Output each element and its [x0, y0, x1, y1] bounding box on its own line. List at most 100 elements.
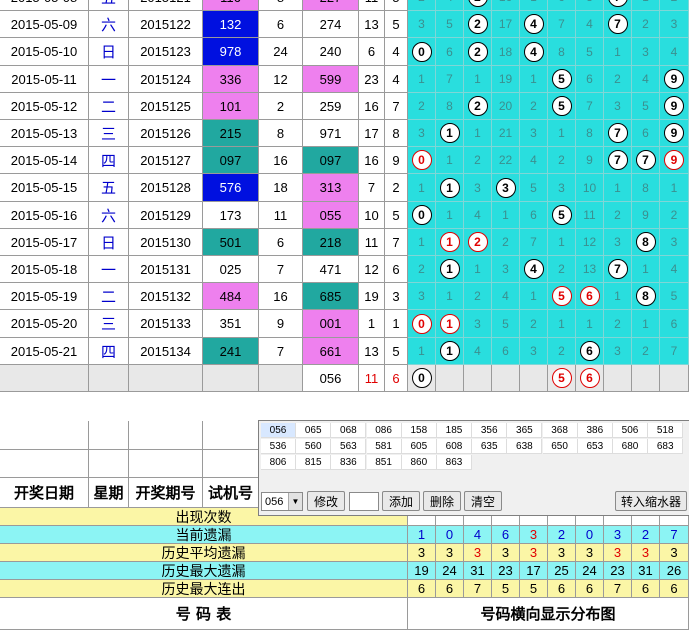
number-list-item[interactable]: 605: [401, 439, 437, 454]
distribution-cell: 2: [408, 256, 436, 283]
number-list-item[interactable]: 158: [401, 423, 437, 438]
number-list-item[interactable]: 563: [331, 439, 367, 454]
trial-number: 025: [203, 256, 259, 283]
tail-value: 2: [385, 174, 408, 202]
number-list-item[interactable]: 356: [472, 423, 508, 438]
predict-cell: [660, 365, 689, 392]
number-ball: 5: [551, 368, 572, 388]
stats-value: 7: [464, 580, 492, 598]
number-list-item[interactable]: 365: [507, 423, 543, 438]
number-list-item[interactable]: 863: [437, 455, 472, 470]
number-list-item[interactable]: 635: [472, 439, 508, 454]
distribution-cell: 21: [492, 120, 520, 147]
distribution-cell: 4: [436, 0, 464, 11]
distribution-cell: 1: [436, 338, 464, 365]
number-list-item[interactable]: 386: [577, 423, 613, 438]
distribution-cell: 1: [632, 310, 660, 338]
distribution-cell: 5: [548, 66, 576, 93]
weekday: 一: [89, 256, 129, 283]
number-list-item[interactable]: 680: [613, 439, 648, 454]
stats-value: 19: [408, 562, 436, 580]
stats-value: 0: [576, 526, 604, 544]
number-list-item[interactable]: 860: [401, 455, 437, 470]
distribution-cell: 2: [604, 202, 632, 229]
distribution-cell: 9: [660, 93, 689, 120]
distribution-cell: 1: [408, 229, 436, 256]
predict-draw: 056: [303, 365, 359, 392]
distribution-cell: 3: [604, 229, 632, 256]
predict-cell: [604, 365, 632, 392]
distribution-cell: 0: [408, 202, 436, 229]
transfer-to-filter-button[interactable]: 转入缩水器: [615, 491, 687, 511]
stats-value: 3: [604, 526, 632, 544]
number-list-item[interactable]: 368: [542, 423, 578, 438]
stats-value: 31: [632, 562, 660, 580]
number-list-item[interactable]: 815: [296, 455, 332, 470]
sum-value: 16: [359, 147, 385, 174]
number-input[interactable]: [349, 492, 379, 511]
number-list-item[interactable]: 683: [648, 439, 684, 454]
distribution-cell: 5: [548, 283, 576, 310]
tail-value: 4: [385, 66, 408, 93]
delete-button[interactable]: 删除: [423, 491, 461, 511]
number-ball: 9: [664, 96, 684, 116]
number-list-item[interactable]: 638: [507, 439, 543, 454]
number-list-item[interactable]: 608: [437, 439, 472, 454]
trial-number: 101: [203, 93, 259, 120]
number-ball: 4: [523, 259, 544, 279]
number-select-value: 056: [265, 495, 284, 508]
weekday: 三: [89, 310, 129, 338]
number-list-item[interactable]: 068: [331, 423, 367, 438]
distribution-cell: 3: [660, 229, 689, 256]
draw-number: 971: [303, 120, 359, 147]
number-list-item[interactable]: 653: [577, 439, 613, 454]
stats-value: 25: [548, 562, 576, 580]
number-list-item[interactable]: 536: [261, 439, 296, 454]
sum-value: 23: [359, 66, 385, 93]
distribution-cell: 3: [520, 338, 548, 365]
number-list-item[interactable]: 185: [437, 423, 472, 438]
distribution-cell: 4: [520, 38, 548, 66]
number-ball: 0: [411, 150, 432, 170]
number-list-item[interactable]: 056: [261, 423, 296, 438]
number-list-item[interactable]: 560: [296, 439, 332, 454]
number-list-item[interactable]: 086: [366, 423, 402, 438]
predict-cell: 5: [548, 365, 576, 392]
predict-cell: [464, 365, 492, 392]
number-list-item[interactable]: 065: [296, 423, 332, 438]
number-select[interactable]: 056 ▼: [261, 492, 303, 511]
distribution-cell: 6: [436, 38, 464, 66]
clear-button[interactable]: 清空: [464, 491, 502, 511]
blank-cell: [129, 421, 203, 450]
trial-number: 215: [203, 120, 259, 147]
distribution-cell: 1: [520, 283, 548, 310]
distribution-cell: 3: [520, 120, 548, 147]
modify-button[interactable]: 修改: [307, 491, 345, 511]
issue-number: 2015132: [129, 283, 203, 310]
distribution-cell: 4: [492, 283, 520, 310]
draw-date: 2015-05-20: [0, 310, 89, 338]
add-button[interactable]: 添加: [382, 491, 420, 511]
distribution-cell: 16: [492, 0, 520, 11]
number-ball: 2: [467, 41, 488, 62]
distribution-cell: 5: [660, 283, 689, 310]
distribution-cell: 7: [576, 93, 604, 120]
number-ball: 9: [664, 150, 684, 170]
distribution-cell: 10: [576, 174, 604, 202]
number-list-item[interactable]: 650: [542, 439, 578, 454]
number-list-item[interactable]: 581: [366, 439, 402, 454]
distribution-cell: 17: [492, 11, 520, 38]
chevron-down-icon[interactable]: ▼: [288, 493, 302, 510]
number-list-item[interactable]: 518: [648, 423, 684, 438]
predict-cell: [436, 365, 464, 392]
distribution-cell: 7: [604, 147, 632, 174]
number-list-item[interactable]: 836: [331, 455, 367, 470]
number-list-item[interactable]: 851: [366, 455, 402, 470]
draw-date: 2015-05-09: [0, 11, 89, 38]
draw-number: 240: [303, 38, 359, 66]
number-list-item[interactable]: 806: [261, 455, 296, 470]
tail-value: 4: [385, 38, 408, 66]
weekday: 五: [89, 174, 129, 202]
number-list-item[interactable]: 506: [613, 423, 648, 438]
number-ball: 7: [607, 0, 628, 7]
